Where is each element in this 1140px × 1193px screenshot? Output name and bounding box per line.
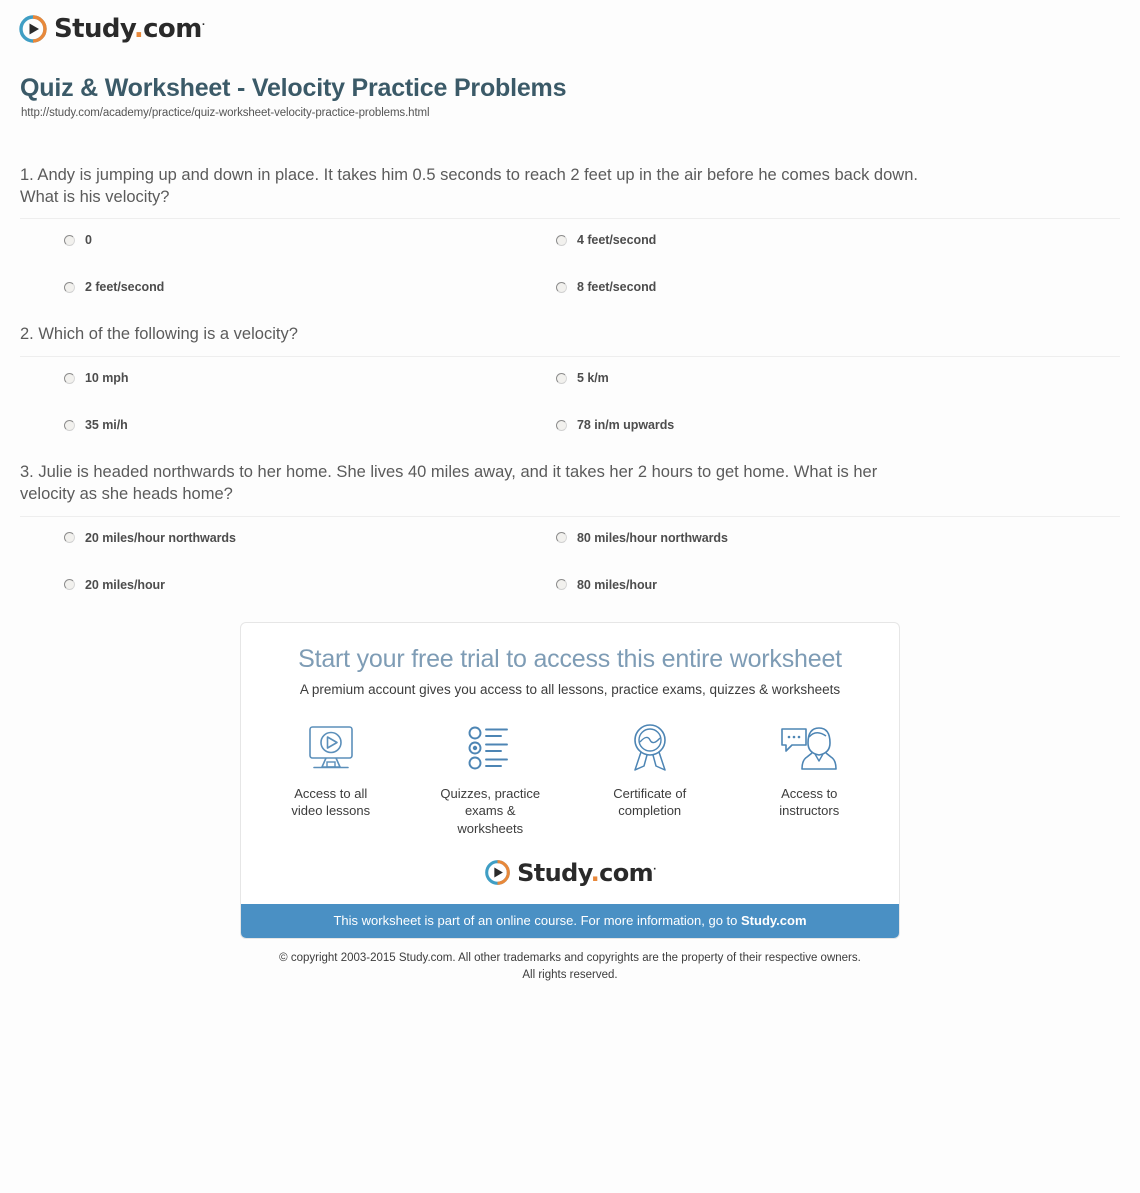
question-text: 3. Julie is headed northwards to her hom… bbox=[20, 463, 878, 503]
answer-label: 2 feet/second bbox=[85, 280, 165, 295]
radio-button-icon[interactable] bbox=[556, 532, 567, 544]
answer-option[interactable]: 4 feet/second bbox=[556, 233, 1120, 247]
feature-label: Certificate of completion bbox=[613, 785, 687, 819]
answer-label: 35 mi/h bbox=[85, 418, 128, 433]
radio-button-icon[interactable] bbox=[556, 579, 567, 591]
instructor-chat-icon bbox=[778, 721, 840, 775]
question-divider bbox=[20, 218, 1120, 220]
page-url: http://study.com/academy/practice/quiz-w… bbox=[21, 106, 430, 119]
answer-option[interactable]: 78 in/m upwards bbox=[556, 418, 1120, 432]
radio-button-icon[interactable] bbox=[556, 234, 567, 246]
answer-option[interactable]: 35 mi/h bbox=[64, 418, 556, 432]
answer-label: 78 in/m upwards bbox=[577, 418, 675, 433]
study-logo-mark-icon bbox=[19, 15, 47, 43]
promo-section: Start your free trial to access this ent… bbox=[0, 621, 1140, 940]
radio-button-icon[interactable] bbox=[64, 419, 75, 431]
page-title: Quiz & Worksheet - Velocity Practice Pro… bbox=[20, 74, 567, 102]
answer-option[interactable]: 2 feet/second bbox=[64, 280, 556, 294]
banner-text: This worksheet is part of an online cour… bbox=[333, 913, 742, 929]
feature-item-video-lessons: Access to all video lessons bbox=[275, 721, 387, 838]
question-block: 2. Which of the following is a velocity?… bbox=[20, 324, 1120, 438]
answer-label: 80 miles/hour northwards bbox=[577, 530, 728, 545]
radio-button-icon[interactable] bbox=[64, 234, 75, 246]
questions-list: 1. Andy is jumping up and down in place.… bbox=[0, 165, 1140, 598]
answer-label: 4 feet/second bbox=[577, 233, 657, 248]
answer-label: 10 mph bbox=[85, 371, 129, 386]
study-com-logo-promo[interactable]: Study.com· bbox=[241, 859, 899, 886]
answer-option[interactable]: 20 miles/hour bbox=[64, 578, 556, 592]
answer-label: 5 k/m bbox=[577, 371, 609, 386]
monitor-play-icon bbox=[302, 721, 360, 775]
banner-link[interactable]: Study.com bbox=[741, 913, 807, 928]
radio-button-icon[interactable] bbox=[64, 372, 75, 384]
feature-item-quizzes: Quizzes, practice exams & worksheets bbox=[435, 721, 547, 838]
question-block: 3. Julie is headed northwards to her hom… bbox=[20, 462, 1120, 598]
answer-label: 80 miles/hour bbox=[577, 577, 657, 592]
question-divider bbox=[20, 356, 1120, 358]
feature-label: Quizzes, practice exams & worksheets bbox=[440, 785, 541, 836]
copyright-notice: © copyright 2003-2015 Study.com. All oth… bbox=[0, 950, 1140, 983]
answer-option[interactable]: 8 feet/second bbox=[556, 280, 1120, 294]
course-banner: This worksheet is part of an online cour… bbox=[241, 904, 899, 939]
free-trial-card: Start your free trial to access this ent… bbox=[240, 621, 900, 940]
answer-label: 20 miles/hour bbox=[85, 577, 165, 592]
answer-option[interactable]: 80 miles/hour northwards bbox=[556, 531, 1120, 545]
answer-option[interactable]: 20 miles/hour northwards bbox=[64, 531, 556, 545]
award-ribbon-icon bbox=[625, 721, 675, 775]
answer-option[interactable]: 5 k/m bbox=[556, 371, 1120, 385]
answer-option[interactable]: 10 mph bbox=[64, 371, 556, 385]
promo-subheading: A premium account gives you access to al… bbox=[299, 681, 841, 697]
answer-option[interactable]: 0 bbox=[64, 233, 556, 247]
copyright-line-1: © copyright 2003-2015 Study.com. All oth… bbox=[279, 952, 861, 965]
feature-item-certificate: Certificate of completion bbox=[594, 721, 706, 838]
study-com-logo-header[interactable]: Study.com· bbox=[18, 14, 205, 44]
page-header: Study.com· bbox=[0, 0, 1140, 46]
question-text: 2. Which of the following is a velocity? bbox=[20, 325, 298, 344]
radio-button-icon[interactable] bbox=[556, 419, 567, 431]
radio-button-icon[interactable] bbox=[64, 532, 75, 544]
feature-label: Access to all video lessons bbox=[291, 785, 371, 819]
answer-options-group: 10 mph 5 k/m 35 mi/h 78 in/m upwards bbox=[20, 371, 1120, 438]
feature-item-instructors: Access to instructors bbox=[754, 721, 866, 838]
answer-label: 20 miles/hour northwards bbox=[85, 530, 236, 545]
checklist-icon bbox=[465, 721, 515, 775]
question-block: 1. Andy is jumping up and down in place.… bbox=[20, 165, 1120, 301]
copyright-line-2: All rights reserved. bbox=[522, 968, 618, 981]
question-text: 1. Andy is jumping up and down in place.… bbox=[20, 165, 918, 206]
feature-list: Access to all video lessons Quizzes, pra… bbox=[241, 721, 899, 838]
answer-options-group: 0 4 feet/second 2 feet/second 8 feet/sec… bbox=[20, 233, 1120, 300]
promo-heading: Start your free trial to access this ent… bbox=[298, 644, 842, 673]
study-logo-mark-icon bbox=[485, 860, 510, 886]
answer-label: 0 bbox=[85, 233, 92, 248]
answer-option[interactable]: 80 miles/hour bbox=[556, 578, 1120, 592]
feature-label: Access to instructors bbox=[779, 785, 840, 819]
radio-button-icon[interactable] bbox=[64, 281, 75, 293]
radio-button-icon[interactable] bbox=[556, 281, 567, 293]
radio-button-icon[interactable] bbox=[64, 579, 75, 591]
logo-wordmark: Study.com· bbox=[54, 14, 205, 44]
answer-options-group: 20 miles/hour northwards 80 miles/hour n… bbox=[20, 531, 1120, 598]
logo-wordmark: Study.com· bbox=[517, 858, 656, 887]
radio-button-icon[interactable] bbox=[556, 372, 567, 384]
question-divider bbox=[20, 515, 1120, 517]
title-section: Quiz & Worksheet - Velocity Practice Pro… bbox=[0, 46, 1140, 119]
answer-label: 8 feet/second bbox=[577, 280, 657, 295]
